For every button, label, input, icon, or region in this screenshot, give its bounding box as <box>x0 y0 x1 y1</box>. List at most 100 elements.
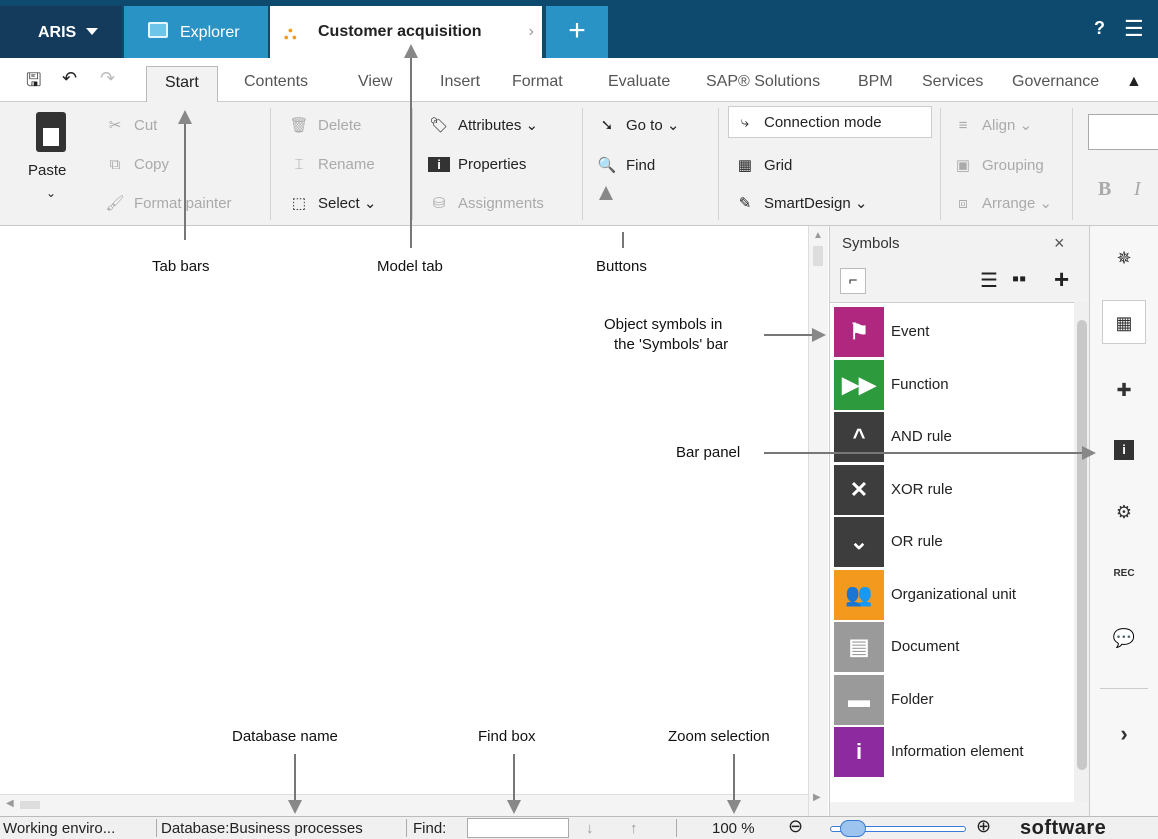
symbol-item-organizational-unit[interactable]: 👥 Organizational unit <box>834 569 1070 620</box>
add-symbol-icon[interactable]: + <box>1054 264 1069 295</box>
callout-line <box>622 232 624 248</box>
symbol-item-or-rule[interactable]: ⌄ OR rule <box>834 517 1070 567</box>
tab-view[interactable]: View <box>358 73 392 91</box>
connection-mode-button[interactable]: ⤷ Connection mode <box>734 114 882 131</box>
delete-button[interactable]: 🗑 Delete <box>288 116 361 134</box>
collapse-ribbon-icon[interactable]: ▲ <box>1126 73 1142 91</box>
callout-find-box: Find box <box>478 728 536 745</box>
symbol-label: OR rule <box>891 533 943 550</box>
grouping-button[interactable]: ▣ Grouping <box>952 156 1044 174</box>
select-button[interactable]: ⬚ Select ⌄ <box>288 194 377 212</box>
zoom-in-icon[interactable]: ⊕ <box>976 816 991 837</box>
format-painter-button[interactable]: 🖌 Format painter <box>104 194 231 212</box>
chevron-right-icon[interactable]: › <box>529 23 534 41</box>
symbol-item-event[interactable]: ⚑ Event <box>834 307 1070 357</box>
symbol-item-document[interactable]: ▤ Document <box>834 622 1070 672</box>
zoom-value[interactable]: 100 % <box>712 820 755 837</box>
attributes-button[interactable]: 🏷 Attributes ⌄ <box>428 116 538 134</box>
help-button[interactable]: ? <box>1094 18 1105 39</box>
scroll-thumb[interactable] <box>20 801 40 809</box>
add-tab-button[interactable]: + <box>546 6 608 58</box>
working-environment[interactable]: Working enviro... <box>3 820 115 837</box>
gear-icon[interactable]: ⚙ <box>1110 498 1138 526</box>
tab-explorer[interactable]: Explorer <box>124 6 268 58</box>
find-previous-icon[interactable]: ↑ <box>630 820 638 837</box>
smartdesign-icon: ✎ <box>738 195 752 212</box>
tile-view-icon[interactable]: ▪▪ <box>1012 268 1026 291</box>
callout-line <box>410 58 412 248</box>
tab-governance[interactable]: Governance <box>1012 73 1099 91</box>
paste-button[interactable]: Paste <box>28 162 66 179</box>
symbol-item-folder[interactable]: ▬ Folder <box>834 674 1070 725</box>
copy-button[interactable]: ⧉ Copy <box>104 156 169 173</box>
tab-insert[interactable]: Insert <box>440 73 480 91</box>
info-icon[interactable]: i <box>1114 440 1134 460</box>
model-canvas[interactable] <box>0 226 808 794</box>
scroll-up-icon[interactable]: ▲ <box>813 230 823 241</box>
grid-label: Grid <box>764 157 793 174</box>
symbols-bar-icon[interactable]: ▦ <box>1102 300 1146 344</box>
callout-tab-bars: Tab bars <box>152 258 210 275</box>
symbol-label: Document <box>891 638 960 655</box>
rename-button[interactable]: ⌶ Rename <box>288 156 374 173</box>
software-ag-logo: software <box>1020 817 1107 839</box>
chevron-right-icon[interactable]: › <box>1110 720 1138 748</box>
scroll-left-icon[interactable]: ◀ <box>6 798 14 809</box>
arrange-button[interactable]: ⧈ Arrange ⌄ <box>952 194 1052 212</box>
tab-contents[interactable]: Contents <box>244 73 308 91</box>
bold-button[interactable]: B <box>1098 178 1111 201</box>
scroll-thumb[interactable] <box>813 246 823 266</box>
arrow-right-icon <box>1082 446 1096 460</box>
clipboard-icon[interactable] <box>36 112 66 152</box>
callout-line <box>184 124 186 240</box>
zoom-out-icon[interactable]: ⊖ <box>788 816 803 837</box>
puzzle-icon[interactable]: ✚ <box>1110 376 1138 404</box>
italic-button[interactable]: I <box>1134 178 1141 201</box>
callout-zoom-selection: Zoom selection <box>668 728 770 745</box>
tab-format[interactable]: Format <box>512 73 563 91</box>
redo-icon[interactable]: ↷ <box>100 68 115 89</box>
tab-start[interactable]: Start <box>146 66 218 103</box>
zoom-slider-handle[interactable] <box>840 820 866 837</box>
canvas-vertical-scrollbar[interactable]: ▲ ▶ <box>808 226 828 816</box>
tab-sap-solutions[interactable]: SAP® Solutions <box>706 73 820 91</box>
smartdesign-button[interactable]: ✎ SmartDesign ⌄ <box>734 194 868 212</box>
chevron-down-icon[interactable]: ⌄ <box>46 186 56 200</box>
symbol-item-xor-rule[interactable]: ✕ XOR rule <box>834 464 1070 515</box>
symbols-scrollbar[interactable] <box>1074 302 1090 802</box>
symbol-item-and-rule[interactable]: ^ AND rule <box>834 412 1070 462</box>
database-name: Database:Business processes <box>161 820 363 837</box>
goto-button[interactable]: ➘ Go to ⌄ <box>596 116 680 134</box>
comment-icon[interactable]: 💬 <box>1110 624 1138 652</box>
scroll-thumb[interactable] <box>1077 320 1087 770</box>
align-button[interactable]: ≡ Align ⌄ <box>952 116 1033 134</box>
tab-services[interactable]: Services <box>922 73 983 91</box>
close-icon[interactable]: × <box>1054 233 1065 254</box>
find-next-icon[interactable]: ↓ <box>586 820 594 837</box>
tab-evaluate[interactable]: Evaluate <box>608 73 670 91</box>
symbol-item-information-element[interactable]: i Information element <box>834 727 1070 777</box>
scroll-right-icon[interactable]: ▶ <box>813 792 821 803</box>
cut-label: Cut <box>134 117 158 134</box>
assignments-button[interactable]: ⛁ Assignments <box>428 194 544 212</box>
font-input[interactable] <box>1088 114 1158 150</box>
aris-menu-button[interactable]: ARIS <box>0 6 122 58</box>
navigation-icon[interactable]: ✵ <box>1110 244 1138 272</box>
find-button[interactable]: 🔍 Find <box>596 156 656 174</box>
save-icon[interactable]: 🖫 <box>26 68 41 98</box>
list-view-icon[interactable]: ☰ <box>980 268 998 293</box>
symbol-filter-icon[interactable]: ⌐ <box>840 268 866 294</box>
grid-button[interactable]: ▦ Grid <box>734 156 792 174</box>
tab-bpm[interactable]: BPM <box>858 73 893 91</box>
cut-button[interactable]: ✂ Cut <box>104 116 158 134</box>
properties-button[interactable]: i Properties <box>428 156 526 173</box>
find-input[interactable] <box>467 818 569 838</box>
symbol-item-function[interactable]: ▶▶ Function <box>834 359 1070 410</box>
rec-icon[interactable]: REC <box>1110 560 1138 588</box>
symbols-toolbar: ⌐ ☰ ▪▪ + <box>830 264 1090 300</box>
symbol-label: XOR rule <box>891 480 953 498</box>
canvas-horizontal-scrollbar[interactable]: ◀ <box>0 794 808 816</box>
hamburger-menu-icon[interactable]: ☰ <box>1124 16 1144 42</box>
symbols-panel: Symbols × ⌐ ☰ ▪▪ + ⚑ Event ▶▶ Function ^ AND … <box>829 226 1090 816</box>
undo-icon[interactable]: ↶ <box>62 68 77 89</box>
